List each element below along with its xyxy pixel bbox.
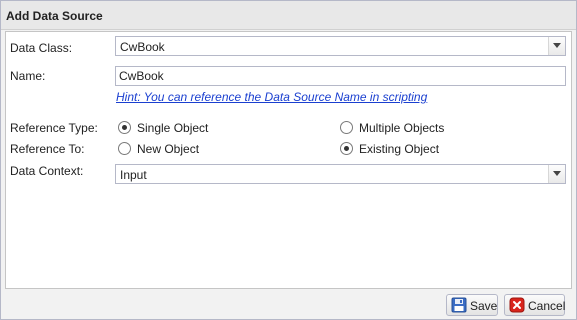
data-context-combobox[interactable]: Input	[115, 164, 566, 184]
floppy-disk-icon	[451, 297, 467, 313]
data-class-label: Data Class:	[10, 41, 73, 55]
data-context-value: Input	[120, 168, 147, 182]
radio-single-object-label: Single Object	[137, 121, 209, 135]
dialog-titlebar[interactable]: Add Data Source	[1, 1, 576, 30]
dialog-title: Add Data Source	[6, 9, 103, 23]
cancel-x-icon	[509, 297, 525, 313]
data-class-combobox[interactable]: CwBook	[115, 36, 566, 56]
cancel-button[interactable]: Cancel	[504, 294, 565, 316]
chevron-down-icon	[553, 43, 561, 48]
reference-type-label: Reference Type:	[10, 121, 98, 135]
name-field[interactable]	[115, 66, 566, 86]
cancel-button-label: Cancel	[528, 299, 566, 313]
radio-circle	[118, 121, 131, 134]
data-context-dropdown-trigger[interactable]	[548, 165, 565, 183]
chevron-down-icon	[553, 171, 561, 176]
radio-selected-dot	[344, 146, 349, 151]
name-label: Name:	[10, 69, 46, 83]
radio-existing-object-label: Existing Object	[359, 142, 440, 156]
radio-selected-dot	[122, 125, 127, 130]
save-button[interactable]: Save	[446, 294, 498, 316]
save-button-label: Save	[470, 299, 498, 313]
radio-circle	[340, 142, 353, 155]
radio-circle	[340, 121, 353, 134]
add-data-source-dialog: Add Data Source Data Class: CwBook Name:…	[0, 0, 577, 320]
reference-to-label: Reference To:	[10, 142, 85, 156]
data-context-label: Data Context:	[10, 164, 84, 178]
data-class-dropdown-trigger[interactable]	[548, 37, 565, 55]
name-input[interactable]	[116, 67, 565, 85]
data-class-value: CwBook	[120, 40, 165, 54]
scripting-hint-link[interactable]: Hint: You can reference the Data Source …	[116, 90, 427, 104]
radio-circle	[118, 142, 131, 155]
radio-multiple-objects-label: Multiple Objects	[359, 121, 445, 135]
radio-new-object-label: New Object	[137, 142, 200, 156]
